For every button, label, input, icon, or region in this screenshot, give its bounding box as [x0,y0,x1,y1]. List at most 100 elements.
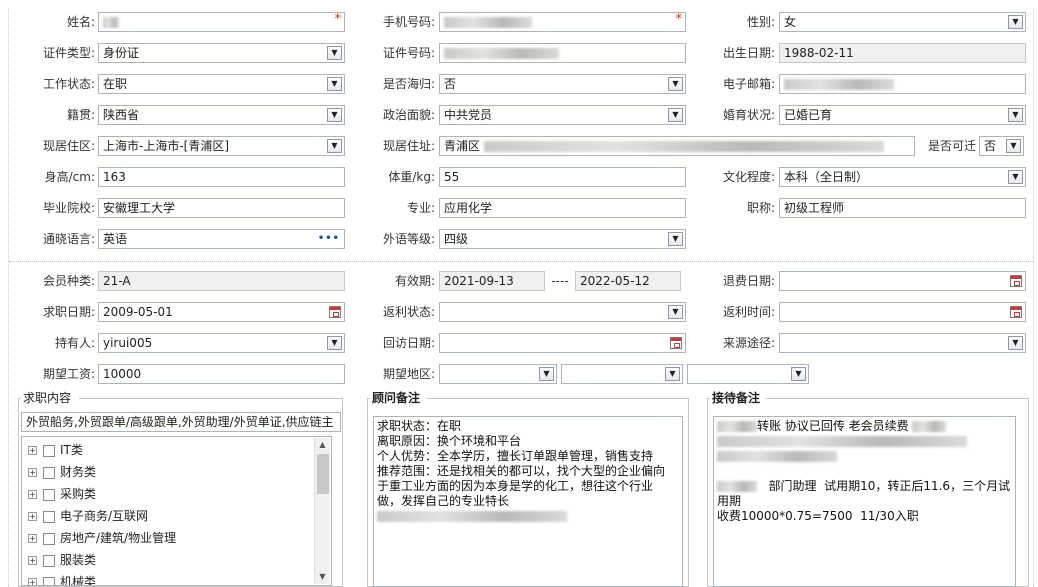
lang-level-select[interactable]: 四级 ▼ [439,229,686,249]
chevron-down-icon[interactable]: ▼ [791,367,806,381]
marital-select[interactable]: 已婚已育 ▼ [779,105,1026,125]
calendar-icon[interactable] [670,337,682,349]
calendar-icon[interactable] [1010,275,1022,287]
plus-box-icon[interactable]: + [28,534,37,543]
lang-level-label: 外语等级: [382,232,435,246]
tree-item-it[interactable]: + IT类 [28,440,83,460]
job-date-field[interactable]: 2009-05-01 [98,302,345,322]
id-no-field[interactable] [439,43,686,63]
tree-item-finance[interactable]: + 财务类 [28,462,96,482]
job-category-tree[interactable]: + IT类 + 财务类 + 采购类 + 电子商务/互联网 + 房地产/建筑/物业管理 + 服… [21,436,332,586]
redacted-text [444,17,532,28]
native-select[interactable]: 陕西省 ▼ [98,105,345,125]
chevron-down-icon[interactable]: ▼ [327,77,342,91]
source-select[interactable]: ▼ [779,333,1026,353]
language-field[interactable]: 英语 ••• [98,229,345,249]
checkbox-icon[interactable] [43,576,55,585]
checkbox-icon[interactable] [43,510,55,523]
gender-select[interactable]: 女 ▼ [779,12,1026,32]
chevron-down-icon[interactable]: ▼ [1008,336,1023,350]
checkbox-icon[interactable] [43,488,55,501]
note-line: 部门助理 试用期10，转正后11.6，三个月试 [717,479,1012,494]
calendar-icon[interactable] [329,306,341,318]
rebate-time-label: 返利时间: [722,305,775,319]
tree-item-apparel[interactable]: + 服装类 [28,550,96,570]
weight-value: 55 [444,170,460,184]
visit-date-field[interactable] [439,333,686,353]
chevron-down-icon[interactable]: ▼ [1008,170,1023,184]
tree-item-purchasing[interactable]: + 采购类 [28,484,96,504]
political-select[interactable]: 中共党员 ▼ [439,105,686,125]
ellipsis-icon[interactable]: ••• [318,230,340,248]
chevron-down-icon[interactable]: ▼ [539,367,554,381]
checkbox-icon[interactable] [43,444,55,457]
job-content-summary[interactable]: 外贸船务,外贸跟单/高级跟单,外贸助理/外贸单证,供应链主 [21,412,341,432]
major-field[interactable]: 应用化学 [439,198,686,218]
checkbox-icon[interactable] [43,554,55,567]
education-label: 文化程度: [722,170,775,184]
plus-box-icon[interactable]: + [28,446,37,455]
chevron-down-icon[interactable]: ▼ [327,46,342,60]
weight-field[interactable]: 55 [439,167,686,187]
title-field[interactable]: 初级工程师 [779,198,1026,218]
chevron-down-icon[interactable]: ▼ [1008,108,1023,122]
chevron-down-icon[interactable]: ▼ [668,77,683,91]
relocate-select[interactable]: 否 ▼ [979,136,1024,156]
calendar-icon[interactable] [1010,306,1022,318]
school-field[interactable]: 安徽理工大学 [98,198,345,218]
tree-item-ecommerce[interactable]: + 电子商务/互联网 [28,506,148,526]
language-value: 英语 [103,232,128,246]
chevron-down-icon[interactable]: ▼ [327,139,342,153]
scroll-down-icon[interactable]: ▼ [315,570,330,584]
plus-box-icon[interactable]: + [28,512,37,521]
checkbox-icon[interactable] [43,532,55,545]
chevron-down-icon[interactable]: ▼ [1008,15,1023,29]
reception-notes-textarea[interactable]: 转账 协议已回传 老会员续费 部门助理 试用期10，转正后11.6，三个月试 用期… [713,416,1016,587]
overseas-value: 否 [444,77,457,91]
relocate-value: 否 [984,139,997,153]
holder-select[interactable]: yirui005 ▼ [98,333,345,353]
overseas-select[interactable]: 否 ▼ [439,74,686,94]
tree-item-machinery[interactable]: + 机械类 [28,572,96,585]
chevron-down-icon[interactable]: ▼ [665,367,680,381]
height-label: 身高/cm: [44,170,95,184]
valid-to-value: 2022-05-12 [580,274,650,288]
work-status-select[interactable]: 在职 ▼ [98,74,345,94]
region-city-select[interactable]: ▼ [561,364,683,384]
mobile-field[interactable]: * [439,12,686,32]
checkbox-icon[interactable] [43,466,55,479]
chevron-down-icon[interactable]: ▼ [327,336,342,350]
major-value: 应用化学 [444,201,493,215]
name-field[interactable]: * [98,12,345,32]
chevron-down-icon[interactable]: ▼ [1006,139,1021,153]
tree-item-realestate[interactable]: + 房地产/建筑/物业管理 [28,528,176,548]
salary-label: 期望工资: [42,367,95,381]
id-type-select[interactable]: 身份证 ▼ [98,43,345,63]
chevron-down-icon[interactable]: ▼ [668,108,683,122]
chevron-down-icon[interactable]: ▼ [668,305,683,319]
advisor-notes-textarea[interactable]: 求职状态：在职 离职原因：换个环境和平台 个人优势：全本学历，擅长订单跟单管理，销售… [373,416,683,587]
scroll-thumb[interactable] [317,454,329,494]
plus-box-icon[interactable]: + [28,490,37,499]
visit-date-label: 回访日期: [382,336,435,350]
plus-box-icon[interactable]: + [28,468,37,477]
tree-item-label: 房地产/建筑/物业管理 [60,531,177,545]
region-district-select[interactable]: ▼ [687,364,809,384]
region-province-select[interactable]: ▼ [439,364,557,384]
res-addr-field[interactable]: 青浦区 [439,136,915,156]
rebate-status-select[interactable]: ▼ [439,302,686,322]
scroll-up-icon[interactable]: ▲ [315,438,330,452]
height-field[interactable]: 163 [98,167,345,187]
refund-date-field[interactable] [779,271,1026,291]
education-select[interactable]: 本科（全日制） ▼ [779,167,1026,187]
tree-scrollbar[interactable]: ▲ ▼ [314,438,330,584]
chevron-down-icon[interactable]: ▼ [668,232,683,246]
plus-box-icon[interactable]: + [28,556,37,565]
email-field[interactable] [779,74,1026,94]
plus-box-icon[interactable]: + [28,578,37,585]
chevron-down-icon[interactable]: ▼ [327,108,342,122]
note-line-redacted [717,434,1012,449]
res-area-select[interactable]: 上海市-上海市-[青浦区] ▼ [98,136,345,156]
salary-field[interactable]: 10000 [98,364,345,384]
rebate-time-field[interactable] [779,302,1026,322]
